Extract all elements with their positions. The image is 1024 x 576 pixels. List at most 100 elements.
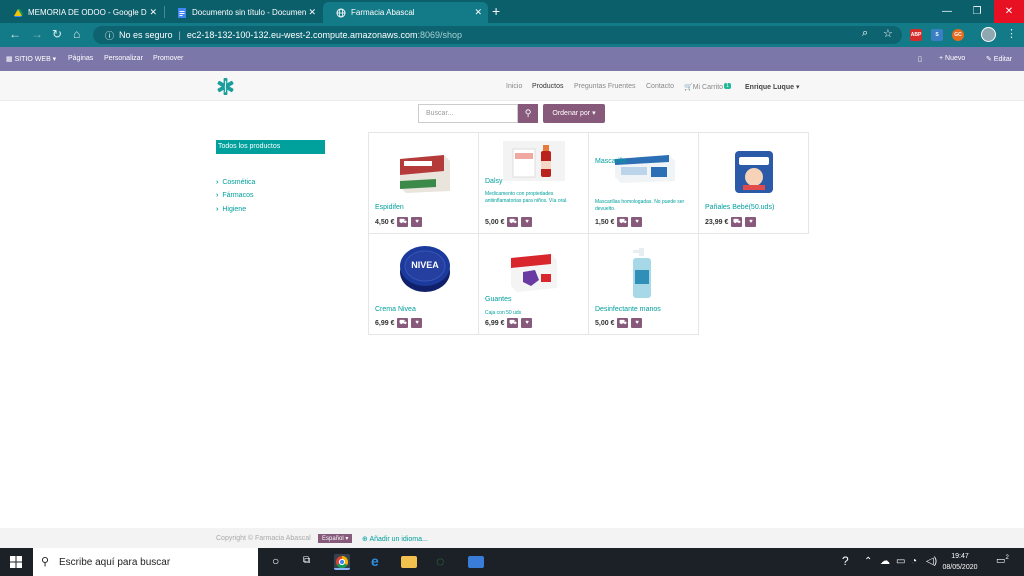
address-bar[interactable]: ⓘ No es seguro | ec2-18-132-100-132.eu-w… [93, 26, 902, 44]
nav-cart[interactable]: 🛒Mi Carrito 1 [684, 83, 731, 91]
product-price-row: 5,00 € ⛟ ♥ [595, 318, 643, 328]
task-view-icon[interactable]: ⧉ [303, 555, 310, 566]
new-button[interactable]: + Nuevo [939, 55, 965, 62]
user-menu[interactable]: Enrique Luque ▾ [745, 83, 799, 91]
wishlist-heart-icon[interactable]: ♥ [631, 217, 643, 227]
wishlist-heart-icon[interactable]: ♥ [521, 217, 533, 227]
extension-gc-icon[interactable]: GC [952, 29, 964, 41]
product-card[interactable]: Pañales Bebé(50.uds) 23,99 € ⛟ ♥ [698, 132, 809, 234]
add-to-cart-icon[interactable]: ⛟ [397, 318, 409, 328]
chevron-up-icon[interactable]: ⌃ [864, 556, 872, 567]
home-button[interactable]: ⌂ [73, 27, 80, 41]
new-tab-button[interactable]: + [492, 3, 500, 19]
category-all-products[interactable]: Todos los productos [216, 140, 325, 154]
category-higiene[interactable]: › Higiene [216, 206, 246, 213]
wishlist-heart-icon[interactable]: ♥ [411, 318, 423, 328]
add-to-cart-icon[interactable]: ⛟ [507, 217, 519, 227]
cloud-icon[interactable]: ☁ [880, 556, 890, 567]
search-input[interactable]: Buscar... [418, 104, 518, 123]
add-language-link[interactable]: ⊕ Añadir un idioma... [362, 535, 428, 543]
wishlist-heart-icon[interactable]: ♥ [521, 318, 533, 328]
category-label: Higiene [222, 206, 247, 213]
product-card[interactable]: Guantes Caja con 50 uds 6,99 € ⛟ ♥ [478, 233, 589, 335]
nav-contacto[interactable]: Contacto [646, 83, 674, 90]
menu-promover[interactable]: Promover [153, 55, 183, 62]
chevron-right-icon: › [216, 192, 219, 199]
site-menu[interactable]: ▦ SITIO WEB ▾ [6, 55, 56, 63]
wishlist-heart-icon[interactable]: ♥ [411, 217, 423, 227]
bookmark-star-icon[interactable]: ☆ [883, 27, 893, 40]
product-price-row: 6,99 € ⛟ ♥ [485, 318, 533, 328]
back-button[interactable]: ← [9, 27, 21, 41]
cortana-icon[interactable]: ○ [272, 554, 279, 568]
product-card[interactable]: Espidifen 4,50 € ⛟ ♥ [368, 132, 479, 234]
edit-button[interactable]: ✎ Editar [986, 55, 1012, 63]
product-card[interactable]: NIVEA Crema Nivea 6,99 € ⛟ ♥ [368, 233, 479, 335]
wishlist-heart-icon[interactable]: ♥ [745, 217, 757, 227]
product-name[interactable]: Mascarilla [595, 158, 627, 165]
language-selector[interactable]: Español ▾ [318, 534, 353, 543]
edge-icon[interactable]: e [371, 553, 379, 569]
product-grid: Espidifen 4,50 € ⛟ ♥ Dalsy Medicamento con… [368, 132, 809, 336]
minimize-button[interactable]: — [932, 0, 962, 23]
product-name[interactable]: Crema Nivea [375, 306, 416, 313]
window-close-button[interactable]: ✕ [994, 0, 1024, 23]
volume-icon[interactable]: ◁) [926, 556, 937, 567]
add-to-cart-icon[interactable]: ⛟ [507, 318, 519, 328]
search-icon: ⚲ [41, 556, 50, 568]
network-icon[interactable]: ◔ [911, 556, 917, 567]
product-name[interactable]: Dalsy [485, 178, 503, 185]
mobile-preview-icon[interactable]: ▯ [918, 55, 922, 63]
pharmacy-logo-icon[interactable] [216, 77, 235, 96]
sort-dropdown[interactable]: Ordenar por ▾ [543, 104, 605, 123]
search-button[interactable]: ⚲ [518, 104, 538, 123]
add-to-cart-icon[interactable]: ⛟ [397, 217, 409, 227]
help-icon[interactable]: ? [842, 554, 849, 568]
extension-s-icon[interactable]: S [931, 29, 943, 41]
zoom-icon[interactable]: ⌕ [862, 27, 868, 40]
dalsy-bottle-image [503, 141, 565, 181]
tab-documento[interactable]: Documento sin título - Documen ✕ [164, 2, 322, 23]
nav-inicio[interactable]: Inicio [506, 83, 522, 90]
adblock-icon[interactable]: ABP [910, 29, 922, 41]
profile-avatar[interactable] [981, 27, 996, 42]
category-farmacos[interactable]: › Fármacos [216, 192, 253, 199]
reload-button[interactable]: ↻ [52, 27, 62, 41]
taskbar-clock[interactable]: 19:47 08/05/2020 [940, 551, 980, 573]
menu-kebab-icon[interactable]: ⋮ [1006, 27, 1017, 40]
product-price: 4,50 € [375, 218, 395, 226]
battery-icon[interactable]: ▭ [896, 556, 905, 567]
file-explorer-icon[interactable] [401, 556, 417, 568]
menu-personalizar[interactable]: Personalizar [104, 55, 143, 62]
add-to-cart-icon[interactable]: ⛟ [731, 217, 743, 227]
product-name[interactable]: Desinfectante manos [595, 306, 661, 313]
add-to-cart-icon[interactable]: ⛟ [617, 217, 629, 227]
windows-start-icon[interactable] [10, 556, 22, 568]
info-icon[interactable]: ⓘ [105, 29, 114, 42]
forward-button[interactable]: → [31, 27, 43, 41]
category-cosmetica[interactable]: › Cosmética [216, 179, 255, 186]
product-name[interactable]: Espidifen [375, 204, 404, 211]
product-card[interactable]: Mascarilla Mascarillas homologadas. No p… [588, 132, 699, 234]
wishlist-heart-icon[interactable]: ♥ [631, 318, 643, 328]
tab-memoria[interactable]: MEMORIA DE ODOO - Google D ✕ [0, 2, 163, 23]
product-card[interactable]: Dalsy Medicamento con propiedades antiin… [478, 132, 589, 234]
product-name[interactable]: Pañales Bebé(50.uds) [705, 204, 774, 211]
close-icon[interactable]: ✕ [474, 7, 482, 18]
product-name[interactable]: Guantes [485, 296, 511, 303]
taskbar-search-input[interactable]: ⚲ Escribe aquí para buscar [33, 548, 258, 576]
close-icon[interactable]: ✕ [308, 7, 316, 18]
nav-productos[interactable]: Productos [532, 83, 564, 90]
menu-paginas[interactable]: Páginas [68, 55, 93, 62]
product-description: Medicamento con propiedades antiinflamat… [485, 191, 568, 204]
restore-button[interactable]: ❐ [962, 0, 992, 23]
mail-icon[interactable] [468, 556, 484, 568]
notifications-icon[interactable]: ▭2 [996, 555, 1009, 566]
chrome-taskbar-icon[interactable] [334, 554, 350, 570]
product-card[interactable]: Desinfectante manos 5,00 € ⛟ ♥ [588, 233, 699, 335]
refresh-app-icon[interactable]: ◌ [436, 553, 444, 569]
tab-farmacia[interactable]: Farmacia Abascal ✕ [323, 2, 488, 23]
nav-preguntas[interactable]: Preguntas Fruentes [574, 83, 635, 90]
add-to-cart-icon[interactable]: ⛟ [617, 318, 629, 328]
close-icon[interactable]: ✕ [149, 7, 157, 18]
